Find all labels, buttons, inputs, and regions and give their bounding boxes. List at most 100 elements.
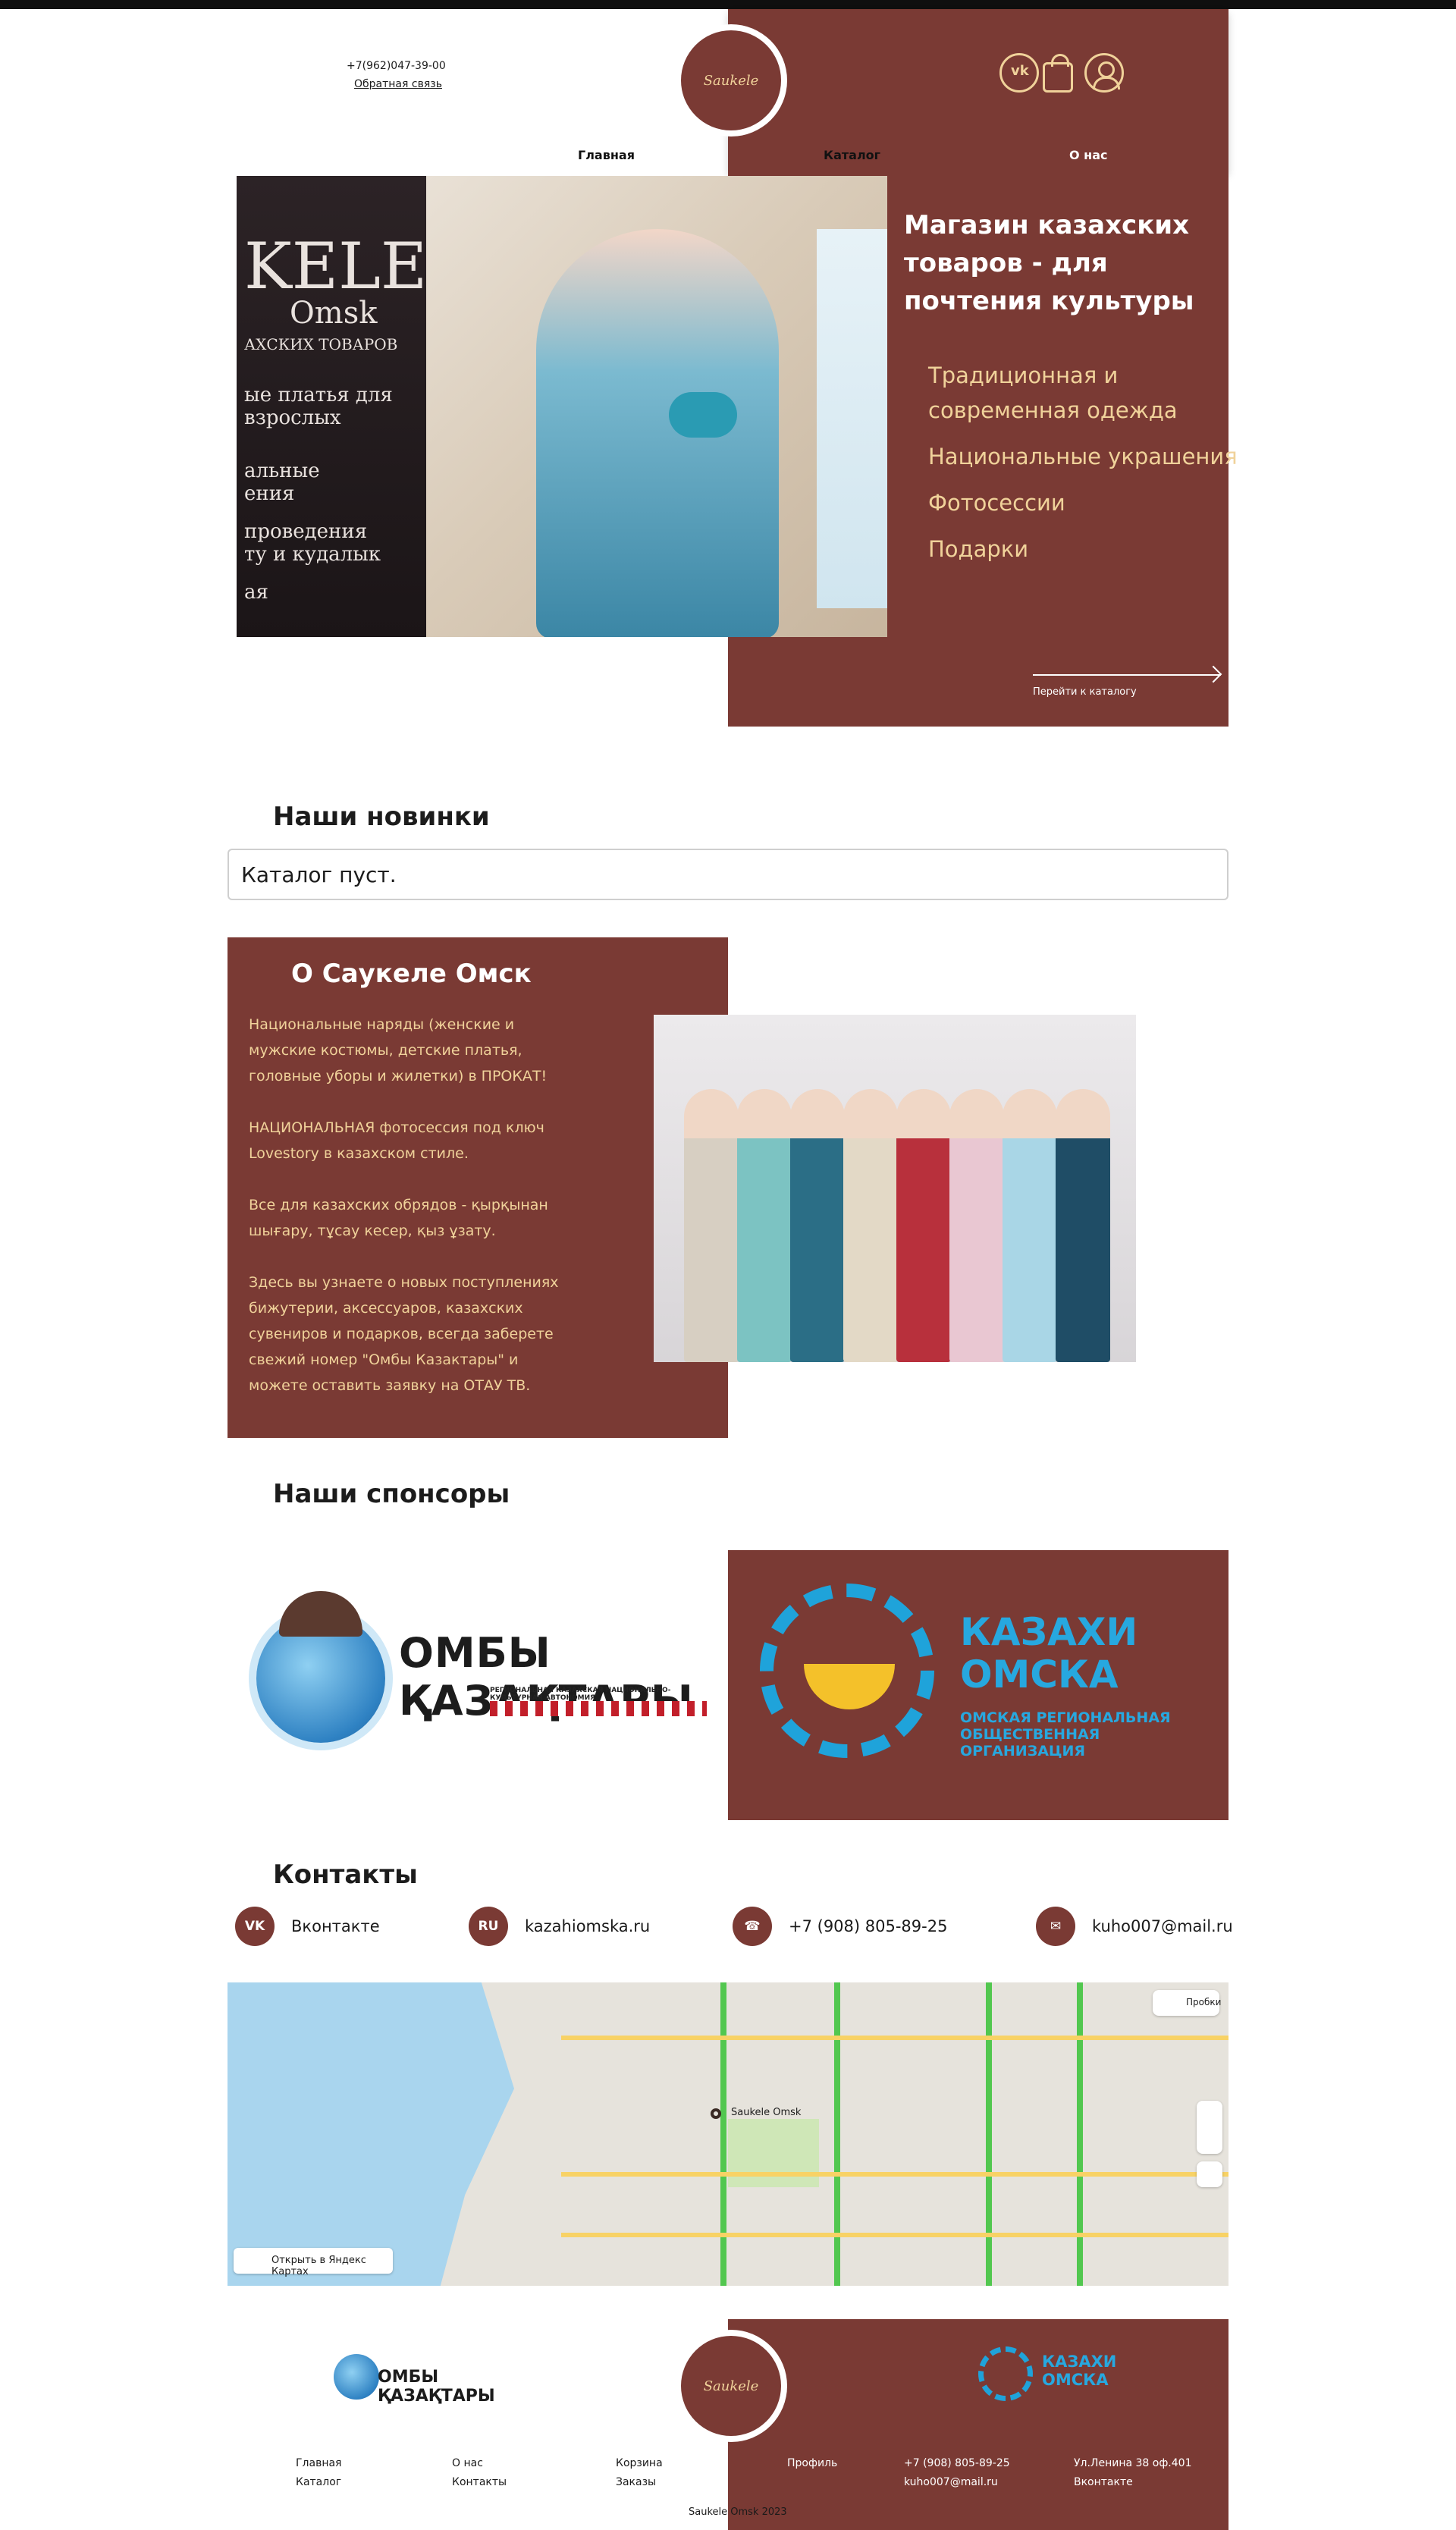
footer-link[interactable]: Каталог bbox=[296, 2473, 341, 2492]
footer-link[interactable]: Вконтакте bbox=[1074, 2473, 1191, 2492]
footer-link[interactable]: Профиль bbox=[787, 2454, 837, 2473]
ring-logo-icon bbox=[978, 2346, 1033, 2401]
footer-col-5: +7 (908) 805-89-25 kuho007@mail.ru bbox=[904, 2454, 1010, 2492]
road bbox=[720, 1982, 726, 2286]
about-title: О Саукеле Омск bbox=[291, 959, 532, 989]
logo[interactable]: Saukele bbox=[675, 24, 787, 137]
contact-phone[interactable]: ☎ +7 (908) 805-89-25 bbox=[733, 1907, 947, 1946]
sponsor2-name: КАЗАХИ ОМСКА bbox=[960, 1610, 1138, 1697]
banner-line: альные bbox=[244, 460, 320, 482]
footer-link[interactable]: Главная bbox=[296, 2454, 341, 2473]
nav-contacts[interactable]: Контакты bbox=[1300, 148, 1368, 162]
about-text: Национальные наряды (женские и мужские к… bbox=[249, 1012, 560, 1424]
feedback-link[interactable]: Обратная связь bbox=[354, 78, 442, 90]
arrow-line[interactable] bbox=[1033, 674, 1221, 676]
contact-mail-link[interactable]: kuho007@mail.ru bbox=[1092, 1917, 1233, 1935]
footer-link[interactable]: +7 (908) 805-89-25 bbox=[904, 2454, 1010, 2473]
photo-woman bbox=[536, 229, 779, 637]
road bbox=[561, 2172, 1228, 2177]
hero-photo: KELE Omsk АХСКИХ ТОВАРОВ ые платья для в… bbox=[237, 176, 887, 637]
map-pin-icon[interactable] bbox=[711, 2108, 721, 2119]
photo-person bbox=[684, 1089, 739, 1362]
banner-line: KELE bbox=[244, 229, 428, 303]
contact-site-link[interactable]: kazahiomska.ru bbox=[525, 1917, 650, 1935]
ru-icon: RU bbox=[469, 1907, 508, 1946]
site-header: +7(962)047-39-00 Обратная связь Saukele … bbox=[228, 9, 1368, 171]
logo-circle: Saukele bbox=[681, 2336, 781, 2436]
footer-link[interactable]: Корзина bbox=[616, 2454, 663, 2473]
road bbox=[834, 1982, 840, 2286]
contact-vk-link[interactable]: Вконтакте bbox=[291, 1917, 380, 1935]
banner-line: ая bbox=[244, 581, 268, 604]
new-section-title: Наши новинки bbox=[273, 802, 490, 832]
footer-col-2: О нас Контакты bbox=[452, 2454, 507, 2492]
photo-person bbox=[737, 1089, 792, 1362]
hero-list: Традиционная и современная одежда Национ… bbox=[928, 358, 1238, 578]
footer-link[interactable]: Заказы bbox=[616, 2473, 663, 2492]
photo-hat bbox=[669, 392, 737, 438]
open-yandex-maps-button[interactable]: Открыть в Яндекс Картах bbox=[234, 2248, 393, 2277]
footer-logo-ombykazaktary[interactable]: ОМБЫ ҚАЗАҚТАРЫ bbox=[334, 2354, 495, 2407]
logo-circle: Saukele bbox=[681, 30, 781, 130]
road bbox=[1077, 1982, 1083, 2286]
logo-text: Saukele bbox=[703, 2378, 759, 2394]
footer-logo1-text: ОМБЫ ҚАЗАҚТАРЫ bbox=[378, 2368, 495, 2406]
contacts-title: Контакты bbox=[273, 1860, 418, 1890]
footer-link[interactable]: kuho007@mail.ru bbox=[904, 2473, 1010, 2492]
sponsor-kazakhi-omska[interactable]: КАЗАХИ ОМСКА ОМСКАЯ РЕГИОНАЛЬНАЯ ОБЩЕСТВ… bbox=[728, 1550, 1228, 1820]
photo-person bbox=[1003, 1089, 1057, 1362]
traffic-toggle[interactable]: Пробки bbox=[1153, 1990, 1221, 2016]
photo-stand bbox=[817, 229, 887, 608]
banner-line: ту и кудалык bbox=[244, 543, 381, 566]
contact-vk[interactable]: VK Вконтакте bbox=[235, 1907, 380, 1946]
footer-logo-kazakhi-omska[interactable]: КАЗАХИ ОМСКА bbox=[978, 2346, 1122, 2415]
banner-line: проведения bbox=[244, 520, 368, 543]
yandex-map[interactable]: Saukele Omsk Пробки Открыть в Яндекс Кар… bbox=[228, 1982, 1228, 2286]
contact-site[interactable]: RU kazahiomska.ru bbox=[469, 1907, 650, 1946]
river bbox=[228, 1982, 514, 2286]
banner: KELE Omsk АХСКИХ ТОВАРОВ ые платья для в… bbox=[237, 176, 428, 637]
banner-line: ые платья для bbox=[244, 384, 393, 406]
contact-phone-link[interactable]: +7 (908) 805-89-25 bbox=[789, 1917, 947, 1935]
footer-link[interactable]: Контакты bbox=[452, 2473, 507, 2492]
photo-person bbox=[949, 1089, 1004, 1362]
vk-icon[interactable] bbox=[999, 53, 1039, 93]
hero-list-item: Подарки bbox=[928, 536, 1029, 562]
footer-address: Ул.Ленина 38 оф.401 bbox=[1074, 2457, 1192, 2469]
photo-person bbox=[790, 1089, 845, 1362]
phone-icon: ☎ bbox=[733, 1907, 772, 1946]
zoom-control[interactable] bbox=[1197, 2101, 1222, 2154]
contact-mail[interactable]: ✉ kuho007@mail.ru bbox=[1036, 1907, 1233, 1946]
cart-icon[interactable] bbox=[1043, 54, 1073, 93]
banner-line: ения bbox=[244, 482, 295, 505]
go-catalog-link[interactable]: Перейти к каталогу bbox=[1033, 686, 1137, 698]
hero-list-item: Национальные украшения bbox=[928, 444, 1238, 469]
copyright: Saukele Omsk 2023 bbox=[689, 2506, 787, 2518]
sponsor-ombykazaktary[interactable]: ОМБЫ ҚАЗАҚТАРЫ РЕГИОНАЛЬНАЯ КАЗАХСКАЯ НА… bbox=[249, 1584, 707, 1758]
footer-link[interactable]: О нас bbox=[452, 2454, 507, 2473]
banner-line: взрослых bbox=[244, 406, 341, 429]
road bbox=[986, 1982, 992, 2286]
map-pin-label: Saukele Omsk bbox=[731, 2107, 802, 2118]
nav-about[interactable]: О нас bbox=[1069, 148, 1108, 162]
nav-catalog[interactable]: Каталог bbox=[824, 148, 880, 162]
vk-icon: VK bbox=[235, 1907, 275, 1946]
hero-list-item: Фотосессии bbox=[928, 490, 1065, 516]
footer-col-4: Профиль bbox=[787, 2454, 837, 2473]
nav-main[interactable]: Главная bbox=[578, 148, 635, 162]
road bbox=[561, 2233, 1228, 2237]
hero-title: Магазин казахских товаров - для почтения… bbox=[904, 210, 1194, 316]
photo-person bbox=[1056, 1089, 1110, 1362]
about-photo bbox=[654, 1015, 1136, 1362]
footer-col-1: Главная Каталог bbox=[296, 2454, 341, 2492]
about-paragraph: Все для казахских обрядов - қырқынан шығ… bbox=[249, 1197, 548, 1239]
locate-icon[interactable] bbox=[1197, 2161, 1222, 2187]
about-paragraph: Здесь вы узнаете о новых поступлениях би… bbox=[249, 1274, 559, 1394]
profile-icon[interactable] bbox=[1084, 53, 1124, 93]
header-phone[interactable]: +7(962)047-39-00 bbox=[347, 60, 446, 72]
footer-col-3: Корзина Заказы bbox=[616, 2454, 663, 2492]
photo-person bbox=[896, 1089, 951, 1362]
footer-logo[interactable]: Saukele bbox=[675, 2330, 787, 2442]
about-paragraph: НАЦИОНАЛЬНАЯ фотосессия под ключ Lovesto… bbox=[249, 1119, 544, 1162]
sponsor1-sub: РЕГИОНАЛЬНАЯ КАЗАХСКАЯ НАЦИОНАЛЬНО-КУЛЬТ… bbox=[490, 1687, 671, 1702]
